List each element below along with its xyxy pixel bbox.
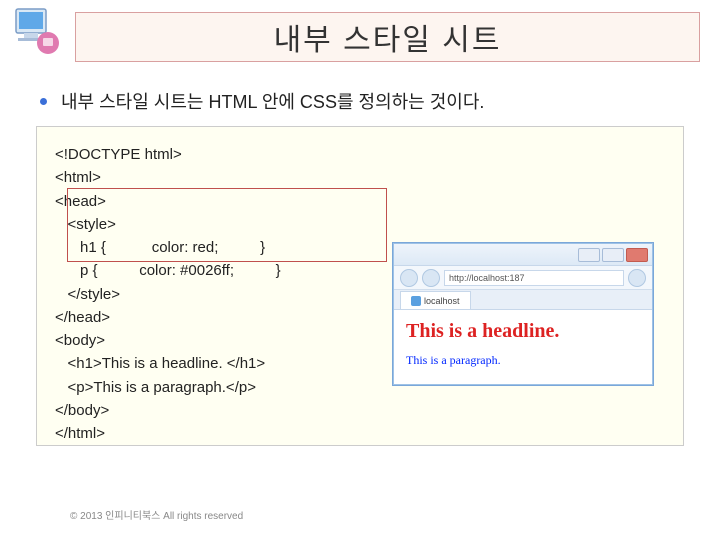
browser-tab[interactable]: localhost (400, 291, 471, 309)
bullet-text: 내부 스타일 시트는 HTML 안에 CSS를 정의하는 것이다. (61, 88, 484, 114)
back-button[interactable] (400, 269, 418, 287)
preview-paragraph: This is a paragraph. (406, 353, 640, 368)
code-line: </head> (55, 309, 110, 326)
code-line: <p>This is a paragraph.</p> (55, 379, 256, 396)
code-line: <!DOCTYPE html> (55, 146, 182, 163)
close-button[interactable] (626, 248, 648, 262)
slide-title: 내부 스타일 시트 (274, 15, 502, 59)
window-titlebar (394, 244, 652, 266)
code-line: <head> (55, 193, 106, 210)
code-line: <body> (55, 332, 105, 349)
preview-body: This is a headline. This is a paragraph. (394, 310, 652, 384)
page-icon (411, 296, 421, 306)
maximize-button[interactable] (602, 248, 624, 262)
minimize-button[interactable] (578, 248, 600, 262)
code-line: <html> (55, 169, 101, 186)
forward-button[interactable] (422, 269, 440, 287)
refresh-button[interactable] (628, 269, 646, 287)
code-line: <style> (55, 216, 116, 233)
slide: 내부 스타일 시트 내부 스타일 시트는 HTML 안에 CSS를 정의하는 것… (0, 0, 720, 540)
browser-preview: http://localhost:187 localhost This is a… (393, 243, 653, 385)
slide-header: 내부 스타일 시트 (0, 0, 720, 70)
address-bar-row: http://localhost:187 (394, 266, 652, 290)
footer-copyright: © 2013 인피니티북스 All rights reserved (70, 507, 243, 522)
tab-label: localhost (424, 296, 460, 306)
title-bar: 내부 스타일 시트 (75, 12, 700, 62)
bullet-icon (40, 98, 47, 105)
computer-icon (10, 5, 65, 60)
url-field[interactable]: http://localhost:187 (444, 270, 624, 286)
code-line: </html> (55, 425, 105, 442)
code-line: <h1>This is a headline. </h1> (55, 355, 265, 372)
code-line: </style> (55, 286, 120, 303)
preview-headline: This is a headline. (406, 320, 640, 343)
bullet-row: 내부 스타일 시트는 HTML 안에 CSS를 정의하는 것이다. (40, 88, 720, 114)
code-line: p { color: #0026ff; } (55, 262, 281, 279)
code-box: <!DOCTYPE html> <html> <head> <style> h1… (36, 126, 684, 446)
code-line: h1 { color: red; } (55, 239, 265, 256)
code-line: </body> (55, 402, 109, 419)
tab-strip: localhost (394, 290, 652, 310)
